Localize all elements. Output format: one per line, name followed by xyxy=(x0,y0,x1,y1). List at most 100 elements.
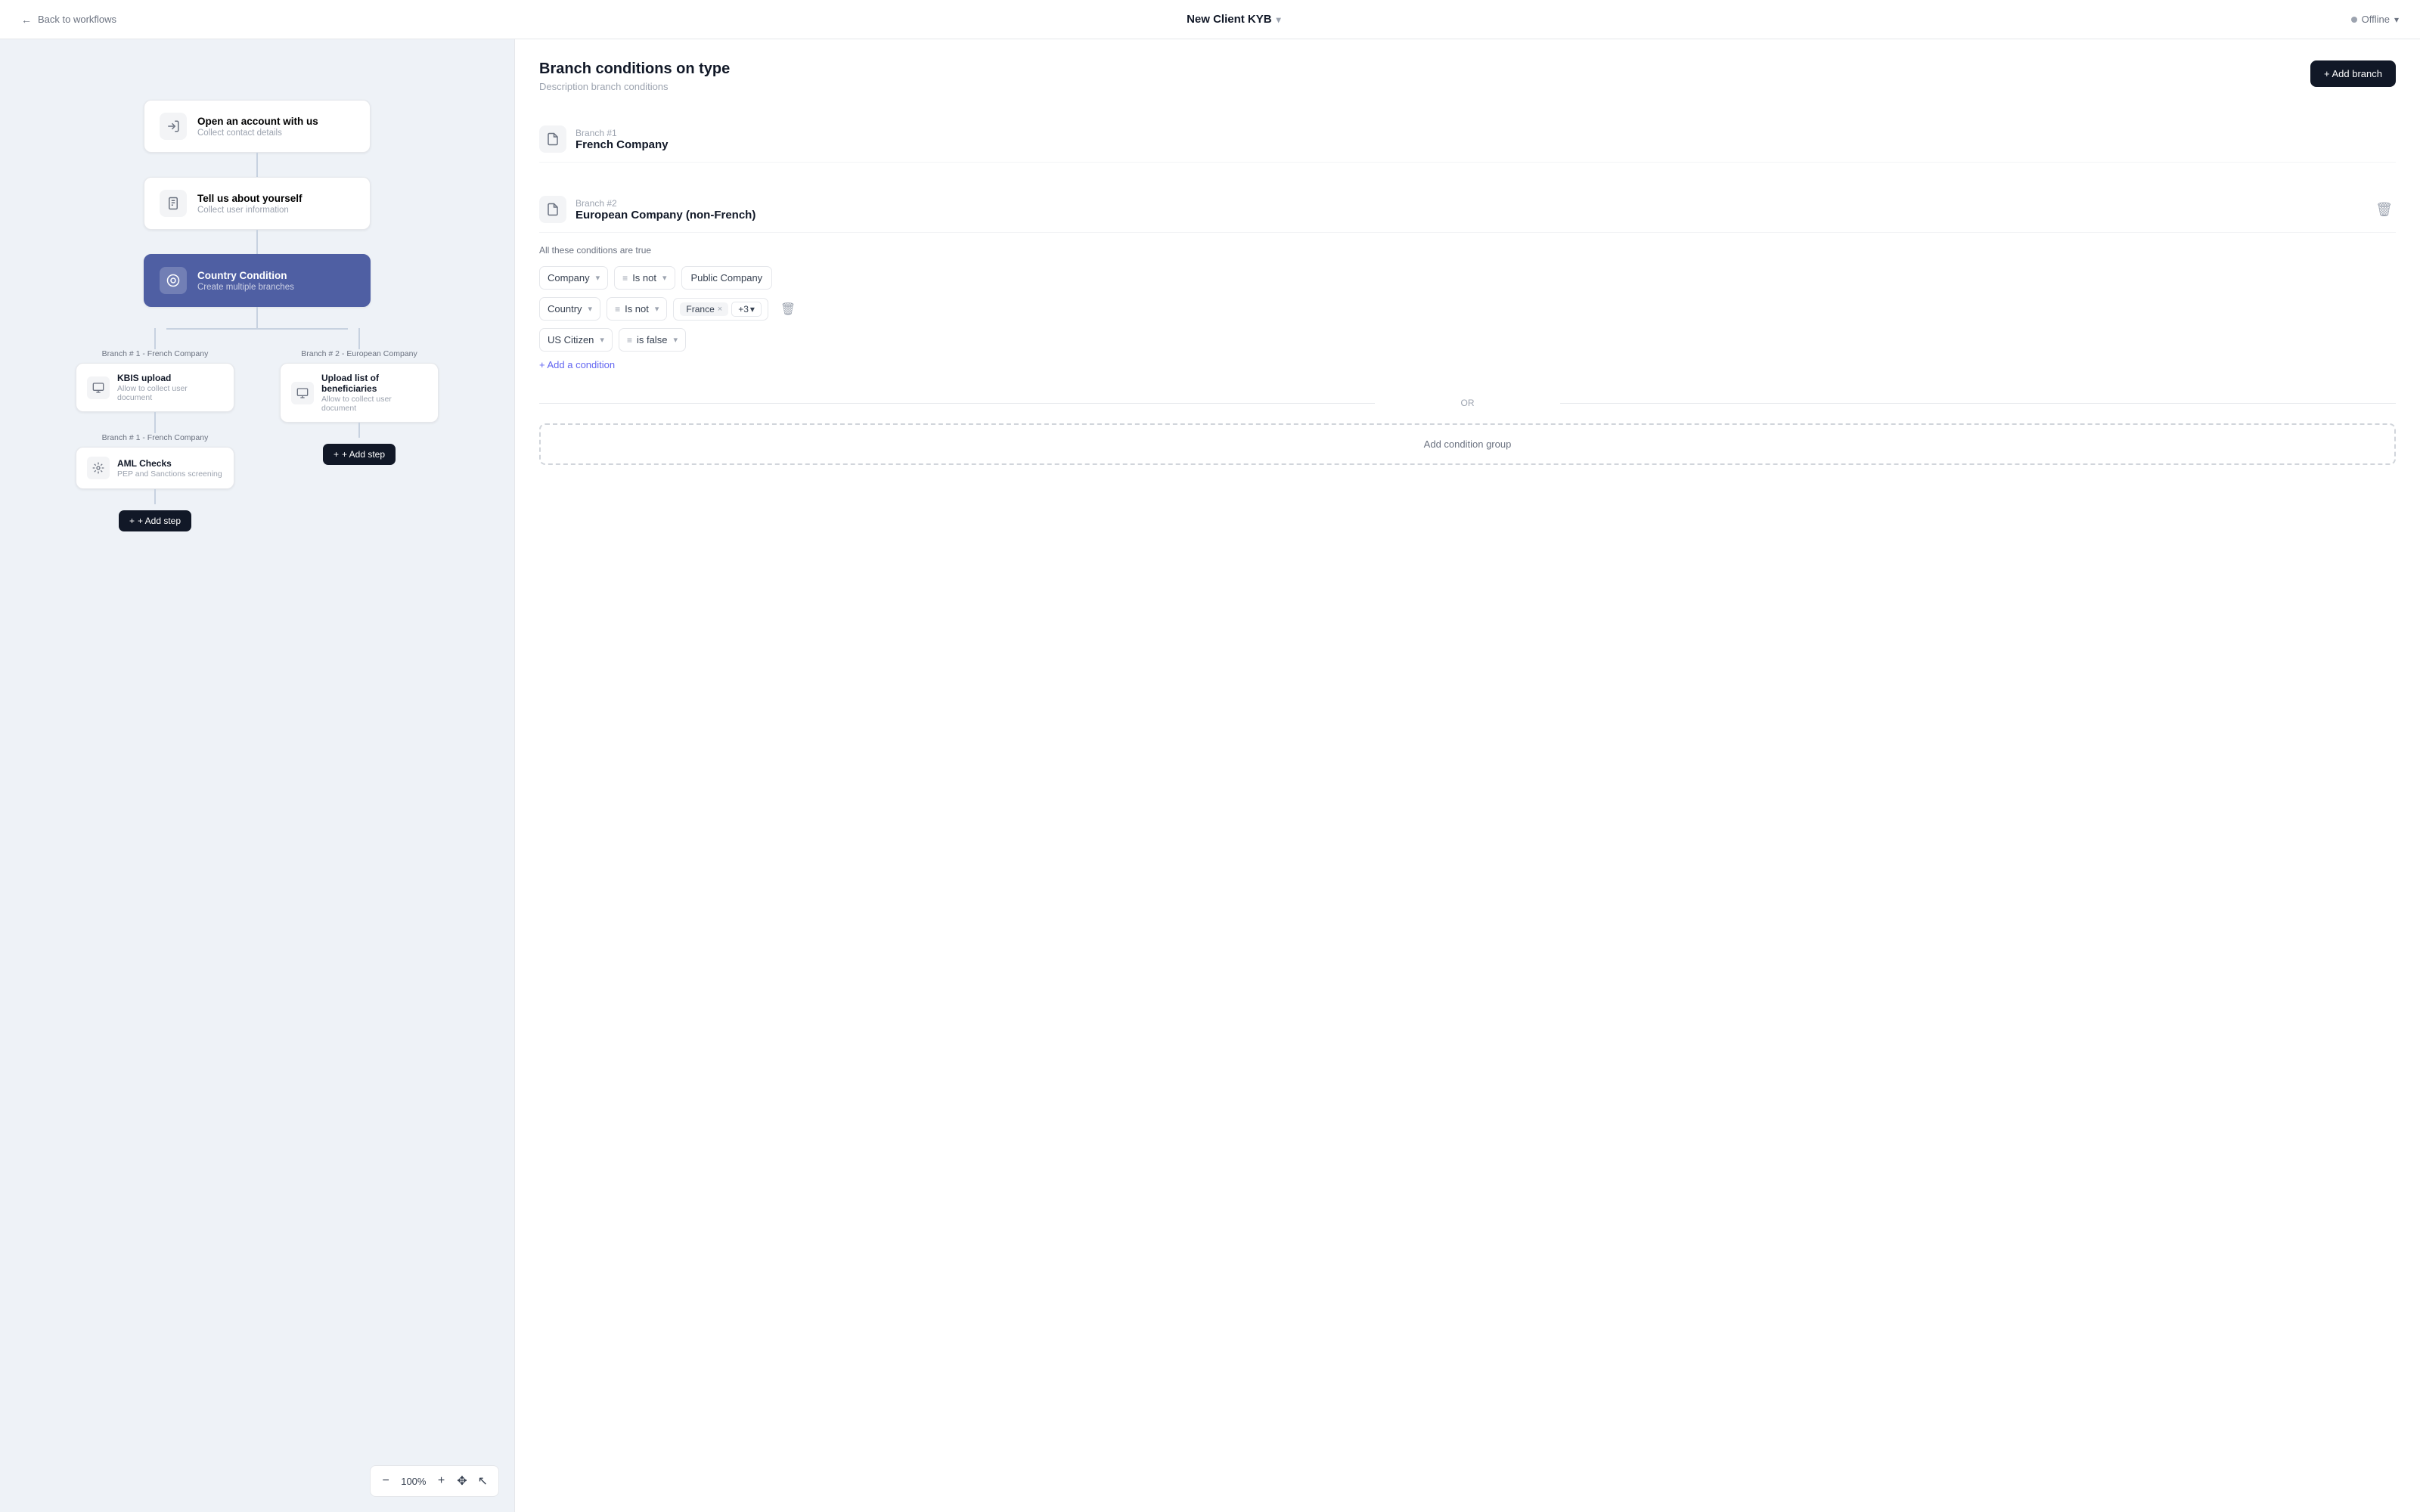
condition-row-2: Country ▾ ≡ Is not ▾ France × xyxy=(539,297,2396,321)
condition-1-field[interactable]: Company ▾ xyxy=(539,266,608,290)
node-3-title: Country Condition xyxy=(197,270,294,281)
zoom-controls: − 100% + ✥ ↖ xyxy=(370,1465,500,1497)
branch-1-aml-label: Branch # 1 - French Company xyxy=(102,433,209,442)
condition-3-operator[interactable]: ≡ is false ▾ xyxy=(619,328,686,352)
condition-1-operator-label: Is not xyxy=(632,272,656,284)
branch-item-2: Branch #2 European Company (non-French) … xyxy=(539,184,2396,465)
plus-icon: + xyxy=(129,516,135,526)
pan-tool-button[interactable]: ✥ xyxy=(454,1470,470,1492)
branch-2-node-text: Upload list of beneficiaries Allow to co… xyxy=(321,373,427,413)
chevron-down-icon: ▾ xyxy=(662,273,667,283)
chevron-down-icon: ▾ xyxy=(596,273,600,283)
node-2-icon xyxy=(160,190,187,217)
workflow-node-3[interactable]: Country Condition Create multiple branch… xyxy=(144,254,371,307)
branch-1-node-text: KBIS upload Allow to collect user docume… xyxy=(117,373,223,402)
condition-1-field-label: Company xyxy=(548,272,590,284)
branch-2-node-icon xyxy=(291,382,314,404)
node-3-subtitle: Create multiple branches xyxy=(197,283,294,292)
branch-1-info: Branch #1 French Company xyxy=(576,128,2396,151)
branch-1-label: Branch # 1 - French Company xyxy=(102,349,209,358)
node-2-text: Tell us about yourself Collect user info… xyxy=(197,193,302,215)
chevron-down-icon: ▾ xyxy=(673,335,678,345)
workflow-canvas: Open an account with us Collect contact … xyxy=(0,39,514,1512)
right-panel: Branch conditions on type Description br… xyxy=(514,39,2420,1512)
zoom-level: 100% xyxy=(399,1476,429,1487)
fork-row: Branch # 1 - French Company KBIS upload xyxy=(76,328,439,531)
branch-1-col: Branch # 1 - French Company KBIS upload xyxy=(76,328,234,531)
select-tool-button[interactable]: ↖ xyxy=(475,1470,491,1492)
branch-2-v-line-2 xyxy=(358,423,360,438)
france-tag: France × xyxy=(680,302,728,316)
add-condition-group-button[interactable]: Add condition group xyxy=(539,423,2396,465)
conditions-section: All these conditions are true Company ▾ … xyxy=(539,233,2396,383)
connector-2 xyxy=(256,230,258,254)
condition-2-operator[interactable]: ≡ Is not ▾ xyxy=(607,297,667,321)
branch-1-name: French Company xyxy=(576,138,2396,151)
france-tag-remove[interactable]: × xyxy=(718,305,722,314)
workflow-title-button[interactable]: New Client KYB ▾ xyxy=(1187,13,1281,26)
branch-2-node-title: Upload list of beneficiaries xyxy=(321,373,427,394)
condition-3-field[interactable]: US Citizen ▾ xyxy=(539,328,613,352)
node-3-text: Country Condition Create multiple branch… xyxy=(197,270,294,292)
workflow-node-1[interactable]: Open an account with us Collect contact … xyxy=(144,100,371,153)
workflow-node-2[interactable]: Tell us about yourself Collect user info… xyxy=(144,177,371,230)
list-icon-3: ≡ xyxy=(627,335,632,345)
plus-icon-2: + xyxy=(334,449,339,460)
condition-2-operator-label: Is not xyxy=(625,303,649,314)
branch-2-name: European Company (non-French) xyxy=(576,209,2363,222)
node-3-icon xyxy=(160,267,187,294)
fork-top-line xyxy=(256,307,258,328)
fork-h-line xyxy=(166,328,348,330)
chevron-down-icon: ▾ xyxy=(600,335,604,345)
condition-1-value: Public Company xyxy=(681,266,773,290)
workflow-nodes: Open an account with us Collect contact … xyxy=(0,100,514,531)
condition-row-1: Company ▾ ≡ Is not ▾ Public Company xyxy=(539,266,2396,290)
add-branch-button[interactable]: + Add branch xyxy=(2310,60,2396,87)
status-button[interactable]: Offline ▾ xyxy=(2351,14,2399,25)
condition-row-3: US Citizen ▾ ≡ is false ▾ xyxy=(539,328,2396,352)
condition-2-field[interactable]: Country ▾ xyxy=(539,297,600,321)
branch-2-label: Branch # 2 - European Company xyxy=(301,349,417,358)
panel-description: Description branch conditions xyxy=(539,81,730,92)
add-condition-group-label: Add condition group xyxy=(1424,438,1512,450)
offline-dot-icon xyxy=(2351,17,2357,23)
panel-header: Branch conditions on type Description br… xyxy=(539,60,2396,92)
branch-1-header: Branch #1 French Company xyxy=(539,113,2396,163)
add-condition-button[interactable]: + Add a condition xyxy=(539,359,615,370)
conditions-label: All these conditions are true xyxy=(539,245,2396,256)
branch-2-node[interactable]: Upload list of beneficiaries Allow to co… xyxy=(280,363,439,423)
add-step-branch-1[interactable]: + + Add step xyxy=(119,510,191,531)
node-1-icon xyxy=(160,113,187,140)
list-icon-2: ≡ xyxy=(615,304,620,314)
add-step-branch-2[interactable]: + + Add step xyxy=(323,444,396,465)
branch-1-node[interactable]: KBIS upload Allow to collect user docume… xyxy=(76,363,234,412)
condition-2-delete-button[interactable]: 🗑 xyxy=(777,299,799,320)
condition-1-operator[interactable]: ≡ Is not ▾ xyxy=(614,266,675,290)
branch-2-delete-button[interactable]: 🗑 xyxy=(2372,199,2396,221)
chevron-down-icon: ▾ xyxy=(1277,14,1281,25)
aml-subtitle: PEP and Sanctions screening xyxy=(117,469,222,479)
zoom-out-button[interactable]: − xyxy=(378,1473,394,1489)
condition-1-value-text: Public Company xyxy=(691,272,763,284)
node-2-title: Tell us about yourself xyxy=(197,193,302,204)
chevron-down-icon: ▾ xyxy=(588,304,593,314)
node-1-subtitle: Collect contact details xyxy=(197,129,318,138)
status-label: Offline xyxy=(2362,14,2390,25)
node-1-title: Open an account with us xyxy=(197,116,318,127)
aml-icon xyxy=(87,457,110,479)
panel-title: Branch conditions on type xyxy=(539,60,730,78)
back-button[interactable]: ← Back to workflows xyxy=(21,14,116,26)
chevron-down-icon: ▾ xyxy=(750,304,755,314)
fork-cols: Branch # 1 - French Company KBIS upload xyxy=(76,328,439,531)
aml-node[interactable]: AML Checks PEP and Sanctions screening xyxy=(76,447,234,489)
panel-title-group: Branch conditions on type Description br… xyxy=(539,60,730,92)
condition-3-field-label: US Citizen xyxy=(548,334,594,345)
branch-2-doc-icon xyxy=(539,196,566,223)
workflow-title: New Client KYB xyxy=(1187,13,1272,26)
branch-2-header: Branch #2 European Company (non-French) … xyxy=(539,184,2396,233)
branch-2-node-sub: Allow to collect user document xyxy=(321,395,427,413)
condition-2-tags: France × +3 ▾ xyxy=(673,298,768,321)
branch-1-doc-icon xyxy=(539,125,566,153)
more-tags-button[interactable]: +3 ▾ xyxy=(731,302,762,317)
zoom-in-button[interactable]: + xyxy=(433,1473,449,1489)
